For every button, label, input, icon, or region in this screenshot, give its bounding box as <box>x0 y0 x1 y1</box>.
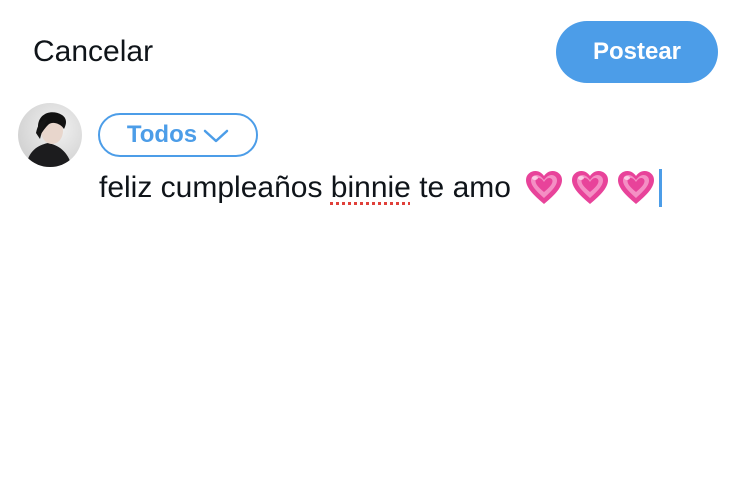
composer-text-end: te amo <box>410 171 511 204</box>
tweet-composer-input[interactable]: feliz cumpleaños binnie te amo <box>99 166 662 210</box>
avatar[interactable] <box>18 103 82 167</box>
cancel-button[interactable]: Cancelar <box>33 32 153 72</box>
audience-label: Todos <box>126 121 198 148</box>
growing-heart-icon <box>617 170 655 206</box>
avatar-photo <box>18 103 82 167</box>
misspelled-word[interactable]: binnie <box>331 171 411 205</box>
composer-text-start: feliz cumpleaños <box>99 171 331 204</box>
text-cursor <box>658 169 662 207</box>
emoji-group <box>525 170 655 206</box>
growing-heart-icon <box>525 170 563 206</box>
post-button[interactable]: Postear <box>556 21 718 83</box>
audience-selector[interactable]: Todos <box>98 113 258 157</box>
chevron-down-icon <box>203 128 229 144</box>
growing-heart-icon <box>571 170 609 206</box>
post-button-label: Postear <box>592 38 682 65</box>
